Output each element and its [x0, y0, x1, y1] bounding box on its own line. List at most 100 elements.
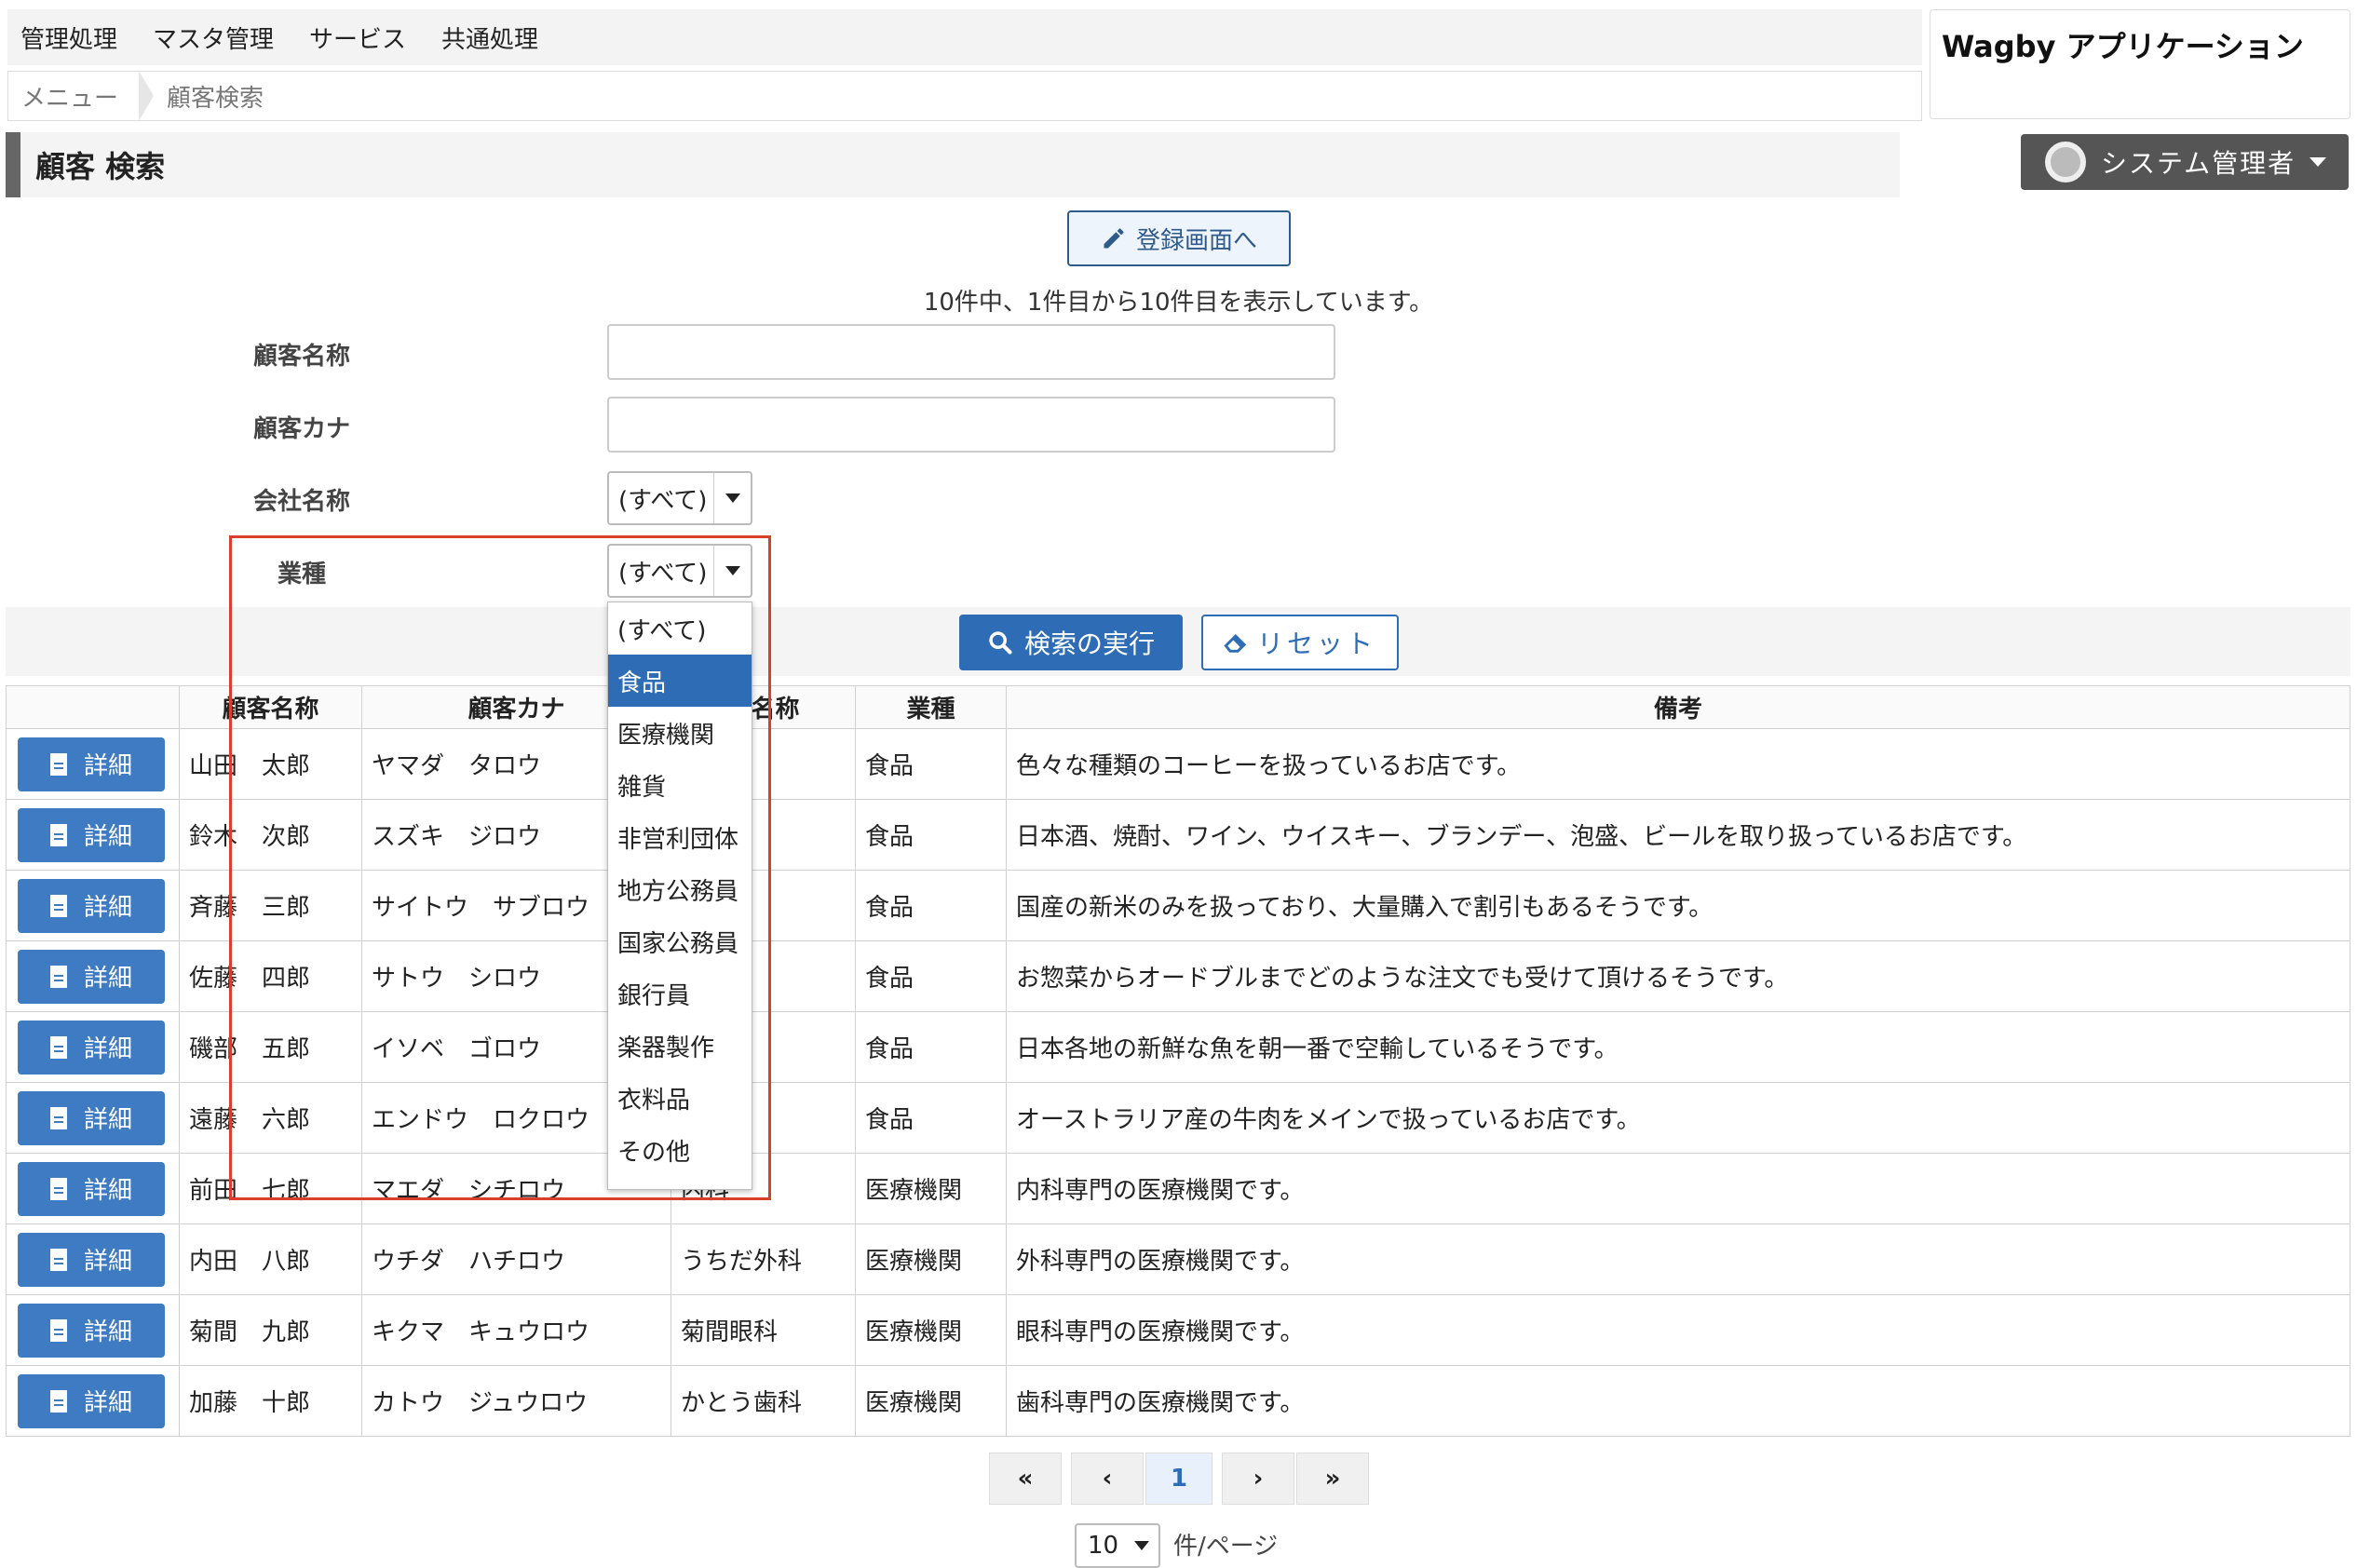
per-page-label: 件/ページ [1173, 1533, 1279, 1561]
cell-note: お惣菜からオードブルまでどのような注文でも受けて頂けるそうです。 [1006, 940, 2350, 1012]
cell-industry: 食品 [855, 870, 1007, 941]
table-row: 詳細 内田 八郎 ウチダ ハチロウ うちだ外科 医療機関 外科専門の医療機関です。 [6, 1223, 2350, 1295]
annotation-highlight-box [229, 535, 771, 1200]
document-icon [49, 1318, 67, 1342]
reset-button[interactable]: リセット [1201, 615, 1399, 670]
pagination-last-button[interactable]: » [1296, 1453, 1369, 1505]
detail-button[interactable]: 詳細 [18, 1161, 165, 1216]
cell-industry: 医療機関 [855, 1223, 1007, 1295]
row-action-cell: 詳細 [6, 1365, 180, 1437]
detail-button[interactable]: 詳細 [18, 737, 165, 791]
cell-customer-name: 菊間 九郎 [179, 1294, 362, 1366]
detail-button[interactable]: 詳細 [18, 949, 165, 1004]
pagination-current-page[interactable]: 1 [1145, 1453, 1212, 1505]
detail-button[interactable]: 詳細 [18, 1090, 165, 1145]
per-page-select[interactable]: 10 [1075, 1523, 1160, 1568]
detail-button-label: 詳細 [83, 1035, 132, 1063]
row-action-cell: 詳細 [6, 1223, 180, 1295]
pagination-prev-button[interactable]: ‹ [1071, 1453, 1144, 1505]
detail-button-label: 詳細 [83, 823, 132, 851]
detail-button-label: 詳細 [83, 1177, 132, 1205]
detail-button[interactable]: 詳細 [18, 1232, 165, 1287]
detail-button-label: 詳細 [83, 1389, 132, 1417]
document-icon [49, 1389, 67, 1413]
row-action-cell: 詳細 [6, 799, 180, 871]
reset-button-label: リセット [1256, 629, 1376, 659]
detail-button-label: 詳細 [83, 965, 132, 993]
menu-item-admin[interactable]: 管理処理 [20, 20, 117, 55]
customer-name-label: 顧客名称 [253, 343, 351, 371]
cell-customer-kana: ウチダ ハチロウ [361, 1223, 671, 1295]
search-button-label: 検索の実行 [1023, 629, 1155, 659]
company-name-label: 会社名称 [253, 488, 351, 516]
caret-down-icon [2310, 157, 2326, 167]
table-row: 詳細 菊間 九郎 キクマ キュウロウ 菊間眼科 医療機関 眼科専門の医療機関です。 [6, 1294, 2350, 1366]
detail-button-label: 詳細 [83, 1318, 132, 1346]
chevron-down-icon [1134, 1541, 1149, 1550]
pagination-next-button[interactable]: › [1222, 1453, 1294, 1505]
row-action-cell: 詳細 [6, 1082, 180, 1154]
cell-industry: 医療機関 [855, 1365, 1007, 1437]
detail-button[interactable]: 詳細 [18, 1373, 165, 1428]
top-menubar: 管理処理 マスタ管理 サービス 共通処理 [7, 9, 1922, 65]
app-title-box: Wagby アプリケーション [1930, 9, 2350, 119]
avatar-icon [2045, 142, 2086, 182]
search-execute-button[interactable]: 検索の実行 [959, 615, 1183, 670]
cell-note: 歯科専門の医療機関です。 [1006, 1365, 2350, 1437]
row-action-cell: 詳細 [6, 940, 180, 1012]
document-icon [49, 1106, 67, 1129]
cell-customer-name: 内田 八郎 [179, 1223, 362, 1295]
column-header-note[interactable]: 備考 [1006, 685, 2350, 729]
document-icon [49, 823, 67, 846]
menu-item-common[interactable]: 共通処理 [441, 20, 538, 55]
document-icon [49, 965, 67, 988]
company-name-selected: (すべて) [618, 486, 708, 515]
breadcrumb-separator [139, 71, 155, 121]
column-header-industry[interactable]: 業種 [855, 685, 1007, 729]
detail-button[interactable]: 詳細 [18, 1020, 165, 1075]
cell-industry: 食品 [855, 1082, 1007, 1154]
cell-company-name: うちだ外科 [671, 1223, 856, 1295]
cell-customer-name: 加藤 十郎 [179, 1365, 362, 1437]
eraser-icon [1224, 633, 1247, 653]
row-action-cell: 詳細 [6, 728, 180, 800]
customer-name-input[interactable] [607, 324, 1335, 380]
cell-note: 日本酒、焼酎、ワイン、ウイスキー、ブランデー、泡盛、ビールを取り扱っているお店で… [1006, 799, 2350, 871]
breadcrumb-menu-link[interactable]: メニュー [8, 72, 139, 120]
cell-note: 外科専門の医療機関です。 [1006, 1223, 2350, 1295]
app-title: Wagby アプリケーション [1942, 29, 2304, 64]
table-row: 詳細 加藤 十郎 カトウ ジュウロウ かとう歯科 医療機関 歯科専門の医療機関です。 [6, 1365, 2350, 1437]
user-menu-button[interactable]: システム管理者 [2021, 134, 2349, 190]
search-icon [989, 631, 1012, 655]
detail-button[interactable]: 詳細 [18, 807, 165, 862]
pagination-first-button[interactable]: « [989, 1453, 1062, 1505]
document-icon [49, 1248, 67, 1271]
register-button-label: 登録画面へ [1135, 226, 1257, 255]
company-name-select[interactable]: (すべて) [607, 471, 752, 525]
menu-item-service[interactable]: サービス [309, 20, 406, 55]
cell-note: 内科専門の医療機関です。 [1006, 1153, 2350, 1224]
breadcrumb: メニュー 顧客検索 [7, 71, 1922, 121]
detail-button[interactable]: 詳細 [18, 1303, 165, 1358]
cell-company-name: 菊間眼科 [671, 1294, 856, 1366]
cell-industry: 食品 [855, 728, 1007, 800]
breadcrumb-current: 顧客検索 [167, 84, 264, 113]
detail-button-label: 詳細 [83, 894, 132, 922]
detail-button-label: 詳細 [83, 1248, 132, 1276]
detail-button[interactable]: 詳細 [18, 878, 165, 933]
result-count-info: 10件中、1件目から10件目を表示しています。 [923, 289, 1434, 317]
register-screen-button[interactable]: 登録画面へ [1067, 210, 1291, 266]
cell-note: 眼科専門の医療機関です。 [1006, 1294, 2350, 1366]
cell-note: 国産の新米のみを扱っており、大量購入で割引もあるそうです。 [1006, 870, 2350, 941]
cell-note: 日本各地の新鮮な魚を朝一番で空輸しているそうです。 [1006, 1011, 2350, 1083]
row-action-cell: 詳細 [6, 1011, 180, 1083]
cell-industry: 食品 [855, 1011, 1007, 1083]
column-header-action [6, 685, 180, 729]
customer-kana-input[interactable] [607, 397, 1335, 453]
cell-industry: 食品 [855, 799, 1007, 871]
pencil-icon [1104, 228, 1124, 249]
menu-item-master[interactable]: マスタ管理 [153, 20, 274, 55]
cell-industry: 医療機関 [855, 1294, 1007, 1366]
row-action-cell: 詳細 [6, 870, 180, 941]
document-icon [49, 1177, 67, 1200]
